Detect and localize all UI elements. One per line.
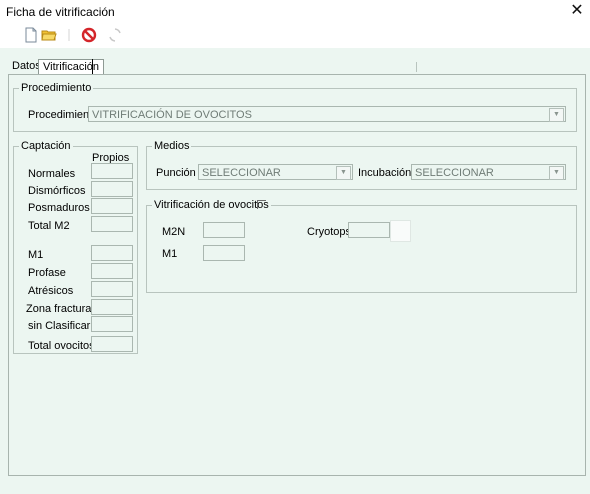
m1-vitrificacion-label: M1: [162, 248, 178, 260]
tab-divider: [92, 59, 93, 74]
puncion-label: Punción: [156, 167, 196, 179]
chevron-down-icon[interactable]: ▼: [549, 108, 564, 122]
vitrificacion-legend: Vitrificación de ovocitos: [152, 199, 271, 211]
total-m2-field[interactable]: [91, 216, 133, 232]
atresicos-label: Atrésicos: [28, 285, 74, 297]
total-ovocitos-label: Total ovocitos: [28, 340, 95, 352]
cancel-icon[interactable]: [80, 26, 98, 44]
incubacion-select[interactable]: SELECCIONAR ▼: [411, 164, 566, 180]
total-ovocitos-field[interactable]: [91, 336, 133, 352]
window-title: Ficha de vitrificación: [6, 5, 115, 19]
close-icon[interactable]: ✕: [567, 1, 587, 21]
procedimiento-select[interactable]: VITRIFICACIÓN DE OVOCITOS ▼: [88, 106, 566, 122]
posmaduros-label: Posmaduros: [28, 202, 90, 214]
sin-clasificar-label: sin Clasificar: [28, 320, 91, 332]
new-document-icon[interactable]: [22, 26, 40, 44]
refresh-icon[interactable]: [106, 26, 124, 44]
chevron-down-icon[interactable]: ▼: [549, 166, 564, 180]
normales-label: Normales: [28, 168, 76, 180]
procedimiento-legend: Procedimiento: [19, 82, 94, 94]
tab-divider: [416, 62, 417, 72]
sin-clasificar-field[interactable]: [91, 316, 133, 332]
dismorficos-field[interactable]: [91, 181, 133, 197]
m2n-field[interactable]: [203, 222, 245, 238]
puncion-select[interactable]: SELECCIONAR ▼: [198, 164, 353, 180]
open-folder-icon[interactable]: [40, 26, 58, 44]
vitrificacion-checkbox[interactable]: [257, 200, 266, 209]
m1-captacion-field[interactable]: [91, 245, 133, 261]
incubacion-value: SELECCIONAR: [415, 167, 494, 179]
captacion-legend: Captación: [19, 140, 73, 152]
cryotops-spinner[interactable]: [390, 220, 411, 242]
dismorficos-label: Dismórficos: [28, 185, 86, 197]
tab-datos[interactable]: Datos: [12, 59, 41, 74]
cryotops-field[interactable]: [348, 222, 390, 238]
m1-vitrificacion-field[interactable]: [203, 245, 245, 261]
zona-fracturada-field[interactable]: [91, 299, 133, 315]
medios-legend: Medios: [152, 140, 192, 152]
m1-captacion-label: M1: [28, 249, 44, 261]
incubacion-label: Incubación: [358, 167, 412, 179]
normales-field[interactable]: [91, 163, 133, 179]
cryotops-label: Cryotops: [307, 226, 352, 238]
profase-field[interactable]: [91, 263, 133, 279]
procedimiento-value: VITRIFICACIÓN DE OVOCITOS: [92, 109, 252, 121]
chevron-down-icon[interactable]: ▼: [336, 166, 351, 180]
total-m2-label: Total M2: [28, 220, 70, 232]
atresicos-field[interactable]: [91, 281, 133, 297]
m2n-label: M2N: [162, 226, 186, 238]
separator-icon: [68, 29, 70, 41]
posmaduros-field[interactable]: [91, 198, 133, 214]
puncion-value: SELECCIONAR: [202, 167, 281, 179]
profase-label: Profase: [28, 267, 66, 279]
